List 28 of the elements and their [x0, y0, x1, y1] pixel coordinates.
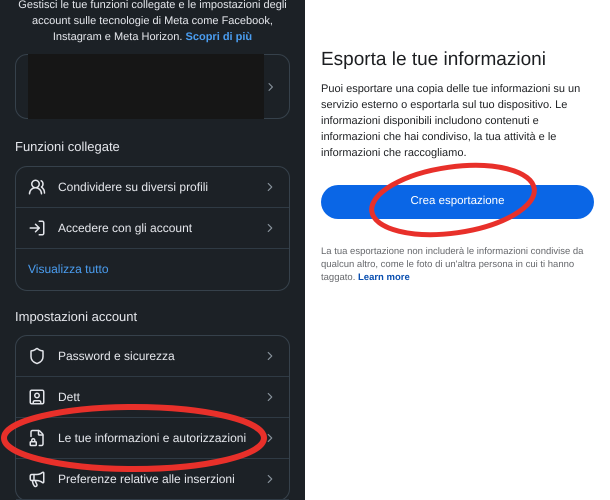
settings-item[interactable]: Preferenze relative alle inserzioni [16, 459, 289, 500]
login-arrow-icon [28, 218, 46, 236]
section-title: Funzioni collegate [15, 138, 121, 156]
shield-icon [28, 347, 46, 365]
item-label: Password e sicurezza [58, 348, 176, 365]
item-label: Preferenze relative alle inserzioni [58, 471, 236, 488]
item-label: Dett [58, 389, 82, 406]
users-icon [28, 178, 46, 196]
section-title: Impostazioni account [15, 308, 138, 326]
settings-item[interactable]: Le tue informazioni e autorizzazioni [16, 418, 289, 459]
item-label: Accedere con gli account [58, 220, 194, 236]
settings-item[interactable]: Dett [16, 377, 289, 418]
view-all-link[interactable]: Visualizza tutto [28, 260, 108, 278]
learn-more-link[interactable]: Learn more [358, 272, 410, 282]
description-text: Puoi esportare una copia delle tue informazioni su un servizio esterno o esportarla sul tuo dispositivo. Le informazioni disponibili includono contenuti e informazioni che hai condiviso, la tua attività e le informazioni che raccogliamo. [321, 82, 582, 160]
settings-item[interactable]: Condividere su diversi profili [16, 166, 289, 208]
learn-more-link[interactable]: Scopri di più [186, 31, 252, 43]
settings-item[interactable]: Password e sicurezza [16, 336, 289, 377]
document-lock-icon [28, 429, 46, 447]
item-label: Condividere su diversi profili [58, 178, 210, 196]
note-text: La tua esportazione non includerà le informazioni condivise da qualcun altro, come le foto di un'altra persona in cui ti hanno taggato. Learn more [321, 244, 584, 284]
megaphone-icon [28, 470, 46, 488]
id-card-icon [28, 388, 46, 406]
page-title: Esporta le tue informazioni [321, 48, 547, 72]
item-label: Le tue informazioni e autorizzazioni [58, 430, 248, 447]
intro-text: Gestisci le tue funzioni collegate e le impostazioni degli account sulle tecnologie di Meta come Facebook, Instagram e Meta Horizon. Scopri di più [17, 0, 288, 45]
create-export-button[interactable]: Crea esportazione [321, 184, 594, 218]
settings-item[interactable]: Accedere con gli account [16, 208, 289, 248]
